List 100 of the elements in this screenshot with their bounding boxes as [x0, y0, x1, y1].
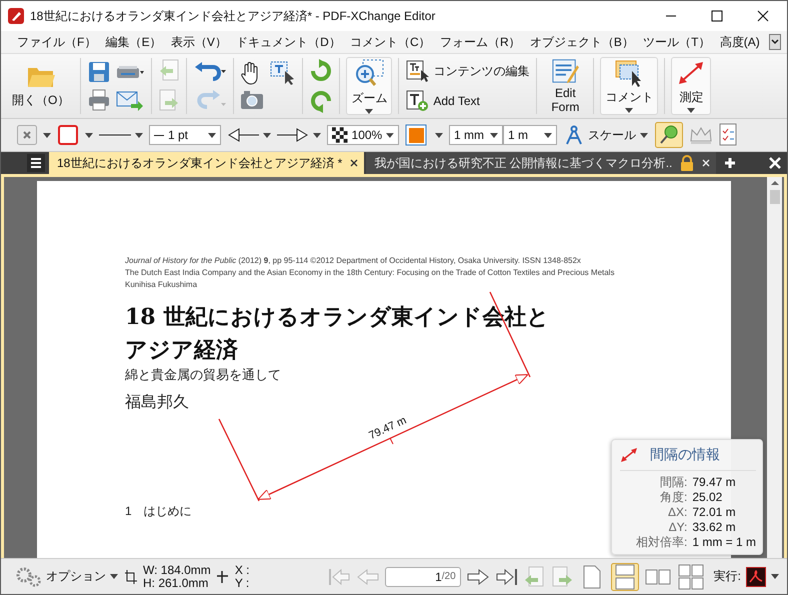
- caret-icon[interactable]: [771, 574, 779, 579]
- info-label: 間隔:: [658, 475, 688, 490]
- caret-icon[interactable]: [85, 132, 93, 138]
- scroll-thumb[interactable]: [770, 190, 780, 204]
- menu-item[interactable]: 編集（E）: [106, 34, 162, 50]
- document-title: アジア経済: [125, 336, 238, 365]
- open-button[interactable]: 開く（O）: [7, 57, 74, 115]
- page-number-field[interactable]: 1/20: [384, 566, 461, 586]
- checklist-icon[interactable]: [719, 123, 739, 147]
- header-line: The Dutch East India Company and the Asian Economy in the 18th Century: Focusing on the Trade of Cotton Textiles and Precious Metals: [125, 267, 616, 279]
- options-button[interactable]: オプション: [15, 566, 119, 588]
- info-label: ΔX:: [666, 505, 688, 520]
- add-text-button[interactable]: Add Text: [405, 89, 481, 113]
- info-value: 1 mm = 1 m: [692, 535, 756, 550]
- text-select-icon[interactable]: [270, 61, 296, 85]
- info-value: 25.02: [692, 490, 724, 505]
- document-author: 福島邦久: [125, 392, 189, 413]
- run-label: 実行:: [714, 568, 741, 585]
- line-width-dropdown[interactable]: 1 pt: [149, 125, 221, 145]
- section-heading: 1 はじめに: [125, 503, 192, 520]
- header-line: Kunihisa Fukushima: [125, 279, 198, 291]
- border-color-icon[interactable]: [57, 124, 79, 146]
- menu-item[interactable]: ツール（T）: [643, 34, 710, 50]
- window-title: 18世紀におけるオランダ東インド会社とアジア経済* - PDF-XChange Editor: [30, 8, 436, 24]
- checkerboard-icon: [332, 127, 348, 143]
- measure-icon: [620, 447, 638, 463]
- document-tab[interactable]: 18世紀におけるオランダ東インド会社とアジア経済 *: [49, 152, 364, 174]
- caret-icon: [625, 108, 634, 113]
- scale-to-dropdown[interactable]: 1 m: [503, 125, 557, 145]
- crown-icon[interactable]: [689, 125, 713, 145]
- close-icon[interactable]: [350, 159, 358, 167]
- info-value: 72.01 m: [692, 505, 737, 520]
- plus-icon[interactable]: [724, 157, 736, 169]
- menu-item[interactable]: 高度(A): [720, 34, 760, 50]
- caret-icon[interactable]: [435, 132, 443, 138]
- save-icon[interactable]: [87, 60, 112, 84]
- scrollbar[interactable]: [767, 177, 782, 558]
- info-panel-title: 間隔の情報: [650, 446, 720, 464]
- menu-item[interactable]: コメント（C）: [350, 34, 431, 50]
- info-label: ΔY:: [668, 520, 688, 535]
- edit-form-button[interactable]: Edit Form: [543, 57, 588, 115]
- rotate-counterclockwise-icon[interactable]: [309, 89, 334, 113]
- info-value: 33.62 m: [692, 520, 737, 535]
- caret-icon: [490, 132, 498, 138]
- maximize-icon[interactable]: [711, 10, 723, 22]
- compass-icon: [564, 125, 584, 145]
- page-size-icon: [124, 568, 138, 584]
- caret-icon: [110, 574, 118, 579]
- fill-color-icon[interactable]: [405, 124, 429, 146]
- menu-item[interactable]: フォーム（R）: [440, 34, 521, 50]
- add-text-icon: [406, 90, 430, 112]
- cursor-y: Y :: [234, 576, 250, 590]
- grid-pages-icon[interactable]: [676, 562, 705, 590]
- measurement-label: 79.47 m: [367, 414, 408, 442]
- rotate-clockwise-icon[interactable]: [309, 59, 334, 83]
- caret-icon: [640, 132, 648, 138]
- gears-icon: [16, 566, 42, 586]
- next-page-icon[interactable]: [466, 566, 490, 586]
- chevron-down-icon[interactable]: [769, 34, 781, 50]
- document-subtitle: 綿と貴金属の貿易を通して: [125, 367, 281, 382]
- opacity-dropdown[interactable]: 100%: [327, 125, 399, 145]
- scale-button[interactable]: スケール: [563, 124, 649, 146]
- comment-button[interactable]: コメント: [600, 57, 658, 115]
- cursor-x: X :: [234, 564, 250, 576]
- pushpin-icon[interactable]: [655, 122, 683, 148]
- caret-icon: [544, 132, 552, 138]
- menu-item[interactable]: ドキュメント（D）: [236, 34, 341, 50]
- arrow-left-icon[interactable]: [227, 127, 271, 143]
- line-style-icon[interactable]: [99, 130, 143, 140]
- document-tab[interactable]: 我が国における研究不正 公開情報に基づくマクロ分析..: [366, 152, 716, 174]
- scale-from-dropdown[interactable]: 1 mm: [449, 125, 503, 145]
- app-logo-icon: [8, 8, 24, 24]
- menu-item[interactable]: ファイル（F）: [17, 34, 96, 50]
- header-line: Journal of History for the Public (2012) 9, pp 95-114 ©2012 Department of Occidental History, Osaka University. ISSN 1348-852x: [125, 255, 582, 267]
- continuous-pages-icon[interactable]: [610, 562, 639, 590]
- form-pencil-icon: [550, 58, 580, 84]
- pdf-icon[interactable]: [746, 566, 766, 586]
- printer-icon[interactable]: [87, 88, 112, 112]
- caret-icon[interactable]: [43, 132, 51, 138]
- info-label: 角度:: [658, 490, 688, 505]
- caret-icon: [208, 132, 216, 138]
- page-width: W: 184.0mm: [143, 564, 211, 576]
- edit-content-button[interactable]: コンテンツの編集: [405, 59, 530, 83]
- menu-item[interactable]: 表示（V）: [170, 34, 227, 50]
- info-value: 79.47 m: [692, 475, 737, 490]
- measure-button[interactable]: 測定: [671, 57, 712, 115]
- zoom-button[interactable]: ズーム: [346, 57, 392, 115]
- edit-text-icon: [406, 60, 430, 82]
- caret-icon: [365, 109, 374, 114]
- undo-icon[interactable]: [193, 61, 228, 83]
- close-icon[interactable]: [757, 10, 769, 22]
- caret-icon: [386, 132, 394, 138]
- caret-icon: [687, 108, 696, 113]
- zoom-in-icon: [353, 58, 386, 88]
- last-page-icon[interactable]: [494, 566, 519, 586]
- crosshair-icon: [216, 570, 230, 584]
- menu-item[interactable]: オブジェクト（B）: [530, 34, 634, 50]
- menu-icon[interactable]: [27, 154, 45, 172]
- camera-icon[interactable]: [240, 89, 264, 111]
- arrow-right-icon[interactable]: [277, 127, 321, 143]
